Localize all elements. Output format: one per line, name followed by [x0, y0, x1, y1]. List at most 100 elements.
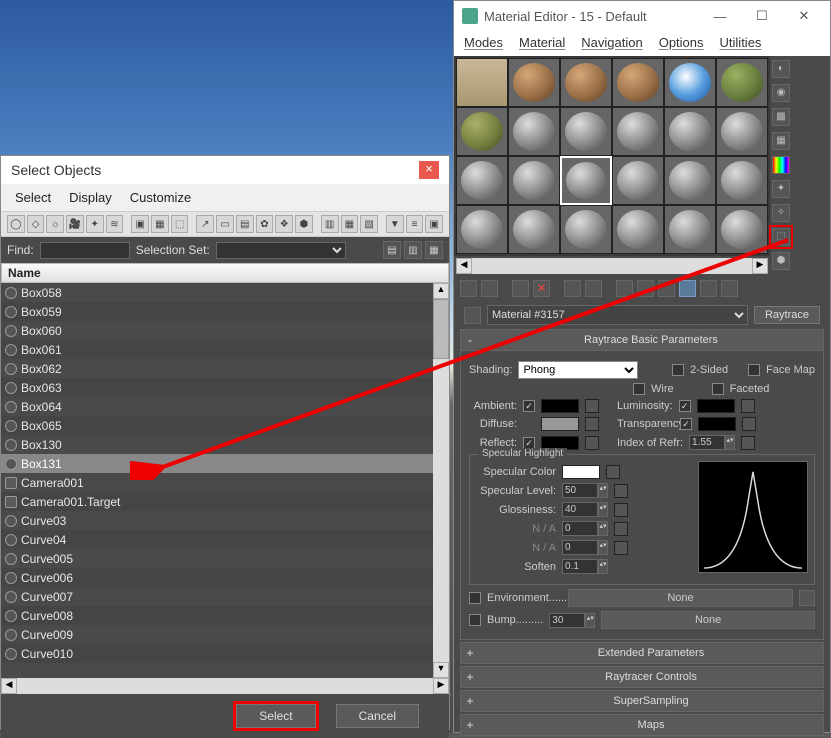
transparency-checkbox[interactable] [680, 418, 692, 430]
sample-slot[interactable] [560, 107, 612, 156]
list-item[interactable]: Box131 [1, 454, 449, 473]
environment-lock-icon[interactable] [799, 590, 815, 606]
sample-slot[interactable] [664, 107, 716, 156]
sample-slot[interactable] [716, 107, 768, 156]
list-tool-c-icon[interactable]: ▦ [425, 241, 443, 259]
scroll-thumb[interactable] [433, 299, 449, 359]
reset-map-icon[interactable]: ✕ [533, 280, 550, 297]
ambient-swatch[interactable] [541, 399, 579, 413]
sample-slot[interactable] [508, 58, 560, 107]
list-item[interactable]: Box059 [1, 302, 449, 321]
sample-slot[interactable] [456, 205, 508, 254]
spinner-icon[interactable]: ▴▾ [598, 483, 608, 498]
list-item[interactable]: Camera001.Target [1, 492, 449, 511]
sample-slot[interactable] [612, 205, 664, 254]
spec-level-map-button[interactable] [614, 484, 628, 498]
bump-checkbox[interactable] [469, 614, 481, 626]
spec-level-input[interactable] [562, 483, 598, 498]
show-end-result-icon[interactable] [679, 280, 696, 297]
select-by-material-icon[interactable]: ⬚ [772, 228, 790, 246]
sample-hscroll[interactable]: ◀ ▶ [456, 258, 768, 274]
list-item[interactable]: Box130 [1, 435, 449, 454]
sample-slot[interactable] [508, 107, 560, 156]
luminosity-swatch[interactable] [697, 399, 735, 413]
sample-slot[interactable] [664, 156, 716, 205]
close-icon[interactable]: ✕ [786, 5, 822, 27]
ambient-checkbox[interactable] [523, 400, 535, 412]
filter-bones-icon[interactable]: ⬚ [171, 215, 189, 233]
menu-select[interactable]: Select [15, 190, 51, 205]
list-item[interactable]: Box063 [1, 378, 449, 397]
maximize-icon[interactable]: ☐ [744, 5, 780, 27]
luminosity-map-button[interactable] [741, 399, 755, 413]
sample-slot-selected[interactable] [560, 156, 612, 205]
show-map-icon[interactable] [658, 280, 675, 297]
sample-slot[interactable] [456, 107, 508, 156]
spinner-icon[interactable]: ▴▾ [598, 559, 608, 574]
sample-type-icon[interactable]: ◐ [772, 60, 790, 78]
scroll-up-icon[interactable]: ▲ [433, 283, 449, 299]
material-name-field[interactable]: Material #3157 [487, 305, 748, 325]
select-all-icon[interactable]: ↗ [196, 215, 214, 233]
options-icon[interactable]: ✧ [772, 204, 790, 222]
list-item[interactable]: Curve009 [1, 625, 449, 644]
select-invert-icon[interactable]: ▤ [236, 215, 254, 233]
menu-display[interactable]: Display [69, 190, 112, 205]
list-item[interactable]: Box065 [1, 416, 449, 435]
menu-modes[interactable]: Modes [464, 35, 503, 50]
sample-slot[interactable] [664, 58, 716, 107]
reflect-map-button[interactable] [585, 436, 599, 450]
soften-input[interactable] [562, 559, 598, 574]
make-preview-icon[interactable]: ✦ [772, 180, 790, 198]
ior-map-button[interactable] [741, 436, 755, 450]
sample-slot[interactable] [456, 58, 508, 107]
assign-to-selection-icon[interactable] [512, 280, 529, 297]
faceted-checkbox[interactable] [712, 383, 724, 395]
filter-cameras-icon[interactable]: 🎥 [66, 215, 84, 233]
list-vertical-scrollbar[interactable]: ▲ ▼ [433, 283, 449, 678]
menu-utilities[interactable]: Utilities [720, 35, 762, 50]
find-input[interactable] [40, 242, 130, 259]
bump-map-button[interactable]: None [601, 611, 815, 629]
tool-a-icon[interactable]: ▥ [321, 215, 339, 233]
video-color-check-icon[interactable] [772, 156, 790, 174]
tool-c-icon[interactable]: ▧ [360, 215, 378, 233]
sample-slot[interactable] [456, 156, 508, 205]
list-item[interactable]: Box064 [1, 397, 449, 416]
list-horizontal-scrollbar[interactable]: ◀ ▶ [1, 678, 449, 694]
list-item[interactable]: Curve006 [1, 568, 449, 587]
select-none-icon[interactable]: ▭ [216, 215, 234, 233]
spec-color-swatch[interactable] [562, 465, 600, 479]
pick-material-icon[interactable] [464, 307, 481, 324]
filter-shapes-icon[interactable]: ◇ [27, 215, 45, 233]
wire-checkbox[interactable] [633, 383, 645, 395]
transparency-swatch[interactable] [698, 417, 736, 431]
selection-set-dropdown[interactable] [216, 242, 346, 259]
expand-icon[interactable]: + [464, 670, 476, 684]
material-map-nav-icon[interactable]: ⬢ [772, 252, 790, 270]
mat-editor-titlebar[interactable]: Material Editor - 15 - Default — ☐ ✕ [454, 1, 830, 31]
make-unique-icon[interactable] [585, 280, 602, 297]
diffuse-map-button[interactable] [585, 417, 599, 431]
collapse-icon[interactable]: - [464, 333, 476, 347]
sample-slot[interactable] [612, 156, 664, 205]
spinner-icon[interactable]: ▴▾ [598, 502, 608, 517]
sample-uv-icon[interactable]: ▦ [772, 132, 790, 150]
sample-slot[interactable] [716, 156, 768, 205]
glossiness-input[interactable] [562, 502, 598, 517]
filter-geometry-icon[interactable]: ◯ [7, 215, 25, 233]
expand-icon[interactable]: + [464, 718, 476, 732]
list-item[interactable]: Box061 [1, 340, 449, 359]
scroll-right-icon[interactable]: ▶ [752, 258, 768, 274]
sample-slot[interactable] [508, 205, 560, 254]
select-children-icon[interactable]: ✿ [256, 215, 274, 233]
backlight-icon[interactable]: ◉ [772, 84, 790, 102]
filter-helpers-icon[interactable]: ✦ [86, 215, 104, 233]
expand-icon[interactable]: + [464, 646, 476, 660]
list-item[interactable]: Box062 [1, 359, 449, 378]
spinner-icon[interactable]: ▴▾ [585, 613, 595, 628]
rollout-header[interactable]: +Extended Parameters [460, 642, 824, 664]
filter-spacewarps-icon[interactable]: ≋ [106, 215, 124, 233]
list-item[interactable]: Curve010 [1, 644, 449, 663]
list-tool-b-icon[interactable]: ▥ [404, 241, 422, 259]
